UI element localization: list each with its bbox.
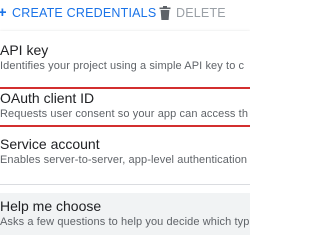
- menu-item-title: Service account: [0, 136, 100, 152]
- credentials-screen: + CREATE CREDENTIALS DELETE API key Iden…: [0, 0, 250, 250]
- menu-item-help-me-choose[interactable]: Help me choose Asks a few questions to h…: [0, 193, 250, 235]
- menu-item-description: Enables server-to-server, app-level auth…: [0, 154, 248, 166]
- menu-item-api-key[interactable]: API key Identifies your project using a …: [0, 36, 250, 78]
- create-credentials-menu: API key Identifies your project using a …: [0, 31, 250, 250]
- menu-item-description: Requests user consent so your app can ac…: [0, 108, 249, 120]
- toolbar: + CREATE CREDENTIALS DELETE: [0, 0, 250, 26]
- delete-button[interactable]: DELETE: [159, 4, 226, 22]
- delete-label: DELETE: [176, 6, 226, 20]
- create-credentials-button[interactable]: + CREATE CREDENTIALS: [0, 4, 156, 22]
- plus-icon: +: [0, 6, 6, 20]
- create-credentials-label: CREATE CREDENTIALS: [12, 6, 157, 20]
- trash-icon: [159, 6, 171, 20]
- menu-item-title: API key: [0, 42, 49, 58]
- menu-divider: [0, 184, 250, 185]
- menu-item-oauth-client-id[interactable]: OAuth client ID Requests user consent so…: [0, 85, 250, 127]
- menu-item-description: Asks a few questions to help you decide …: [0, 216, 250, 228]
- menu-item-service-account[interactable]: Service account Enables server-to-server…: [0, 132, 250, 172]
- menu-item-title: OAuth client ID: [0, 90, 95, 106]
- menu-item-description: Identifies your project using a simple A…: [0, 60, 245, 72]
- menu-item-title: Help me choose: [0, 198, 102, 214]
